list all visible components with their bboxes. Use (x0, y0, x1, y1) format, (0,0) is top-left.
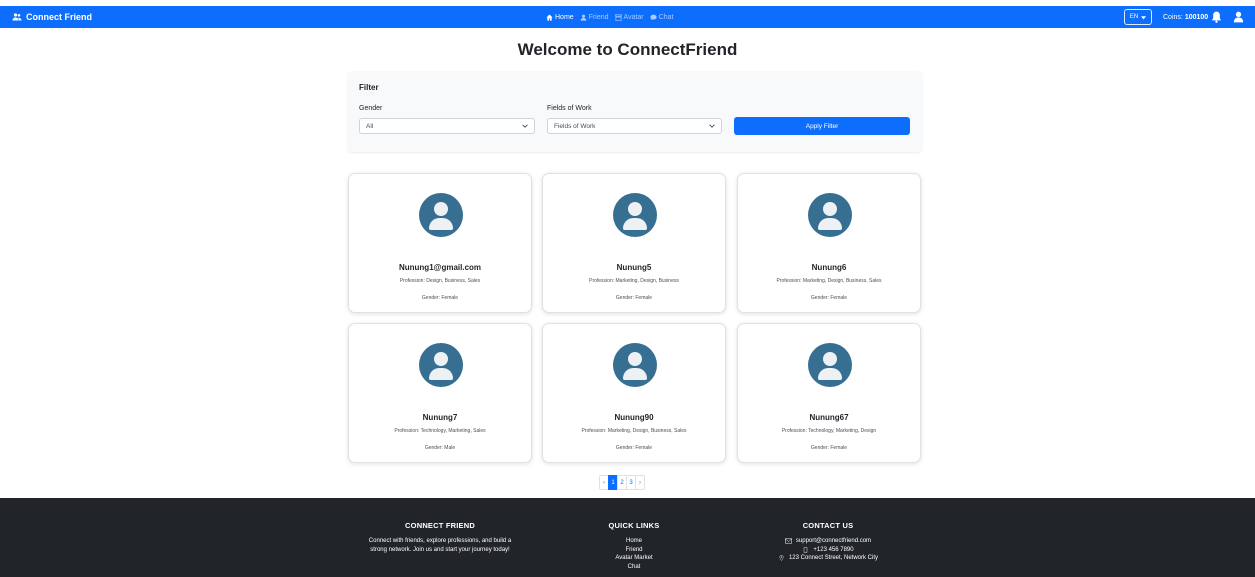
language-dropdown[interactable]: EN (1124, 9, 1152, 25)
footer-contact-title: CONTACT US (802, 521, 854, 530)
friend-gender: Gender: Female (810, 295, 848, 301)
footer-phone: +123 456 7890 (748, 546, 908, 555)
nav-home[interactable]: Home (546, 14, 574, 21)
avatar (613, 193, 657, 237)
footer-address-text: 123 Connect Street, Network City (788, 555, 879, 561)
nav-chat-label: Chat (658, 13, 674, 21)
friend-gender: Gender: Female (421, 295, 459, 301)
nav-avatar-label: Avatar (623, 13, 644, 21)
footer-phone-text: +123 456 7890 (813, 546, 854, 553)
brand-link[interactable]: Connect Friend (12, 6, 92, 28)
footer-about-line: Connect with friends, explore profession… (368, 538, 512, 544)
store-icon (614, 14, 622, 21)
footer-about-title: CONNECT FRIEND (405, 521, 475, 530)
fields-select-value: Fields of Work (554, 122, 596, 130)
friend-card[interactable]: Nunung7 Profession: Technology, Marketin… (348, 323, 532, 463)
friend-name: Nunung5 (616, 263, 652, 272)
envelope-icon (784, 538, 792, 544)
friend-name: Nunung7 (422, 413, 458, 422)
apply-filter-button[interactable]: Apply Filter (734, 117, 910, 135)
footer-address: 123 Connect Street, Network City (748, 554, 908, 563)
avatar (419, 193, 463, 237)
footer-link-avatar-market[interactable]: Avatar Market (584, 554, 684, 563)
bell-icon[interactable] (1211, 11, 1222, 23)
avatar (419, 343, 463, 387)
friend-gender: Gender: Male (424, 445, 456, 451)
friend-gender: Gender: Female (615, 445, 653, 451)
nav-chat[interactable]: Chat (650, 13, 674, 21)
footer-about-line: strong network. Join us and start your j… (370, 547, 510, 553)
friend-name: Nunung1@gmail.com (398, 263, 482, 272)
friend-card[interactable]: Nunung1@gmail.com Profession: Design, Bu… (348, 173, 532, 313)
home-icon (546, 13, 553, 21)
gender-label: Gender (359, 105, 383, 112)
avatar (613, 343, 657, 387)
location-pin-icon (779, 555, 784, 562)
gender-select-value: All (366, 122, 374, 130)
friend-profession: Profession: Technology, Marketing, Desig… (781, 428, 877, 434)
language-value: EN (1129, 14, 1139, 20)
friend-name: Nunung90 (614, 413, 654, 422)
brand-name: Connect Friend (26, 12, 93, 22)
chevron-down-icon (709, 124, 715, 128)
users-icon (12, 13, 22, 21)
friend-profession: Profession: Design, Business, Sales (399, 278, 481, 284)
footer-email[interactable]: support@connectfriend.com (748, 537, 908, 546)
friend-card[interactable]: Nunung5 Profession: Marketing, Design, B… (542, 173, 726, 313)
phone-icon (804, 546, 808, 553)
nav-avatar[interactable]: Avatar (614, 13, 644, 21)
friend-card[interactable]: Nunung67 Profession: Technology, Marketi… (737, 323, 921, 463)
navbar: Connect Friend Home Friend Avatar Chat E… (0, 6, 1255, 28)
footer-quick-links: QUICK LINKS Home Friend Avatar Market Ch… (584, 521, 684, 571)
pagination: ‹ 1 2 3 › (599, 475, 645, 490)
user-icon[interactable] (1233, 11, 1244, 23)
friend-gender: Gender: Female (615, 295, 653, 301)
pagination-next[interactable]: › (635, 475, 645, 490)
coins-label: Coins: (1163, 13, 1183, 21)
footer-links-title: QUICK LINKS (608, 521, 660, 530)
avatar (808, 193, 852, 237)
gender-select[interactable]: All (359, 118, 535, 134)
footer: CONNECT FRIEND Connect with friends, exp… (0, 498, 1255, 577)
caret-down-icon (1141, 15, 1147, 19)
person-icon (580, 14, 587, 21)
friend-profession: Profession: Marketing, Design, Business,… (581, 428, 687, 434)
avatar (808, 343, 852, 387)
footer-link-home[interactable]: Home (584, 537, 684, 546)
coins-value: 100100 (1184, 13, 1209, 21)
page-title: Welcome to ConnectFriend (517, 40, 738, 59)
chevron-down-icon (522, 124, 528, 128)
friend-name: Nunung67 (809, 413, 849, 422)
friend-name: Nunung6 (811, 263, 847, 272)
footer-email-text: support@connectfriend.com (795, 538, 872, 544)
footer-about: CONNECT FRIEND Connect with friends, exp… (340, 521, 540, 555)
footer-contact: CONTACT US support@connectfriend.com +12… (748, 521, 908, 563)
coins-display: Coins: 100100 (1163, 6, 1208, 28)
fields-select[interactable]: Fields of Work (547, 118, 722, 134)
fields-label: Fields of Work (547, 105, 592, 112)
friend-card[interactable]: Nunung90 Profession: Marketing, Design, … (542, 323, 726, 463)
filter-heading: Filter (359, 83, 379, 92)
footer-link-chat[interactable]: Chat (584, 563, 684, 572)
nav-home-label: Home (555, 13, 574, 21)
nav-friend[interactable]: Friend (580, 14, 609, 21)
chat-icon (650, 14, 657, 20)
friend-card[interactable]: Nunung6 Profession: Marketing, Design, B… (737, 173, 921, 313)
friend-profession: Profession: Marketing, Design, Business (589, 278, 679, 284)
nav-friend-label: Friend (588, 13, 609, 21)
friend-profession: Profession: Technology, Marketing, Sales (394, 428, 486, 434)
friend-profession: Profession: Marketing, Design, Business,… (776, 278, 882, 284)
footer-link-friend[interactable]: Friend (584, 546, 684, 555)
friend-gender: Gender: Female (810, 445, 848, 451)
filter-panel: Filter Gender Fields of Work All Fields … (348, 71, 922, 152)
nav-links: Home Friend Avatar Chat (546, 6, 673, 28)
